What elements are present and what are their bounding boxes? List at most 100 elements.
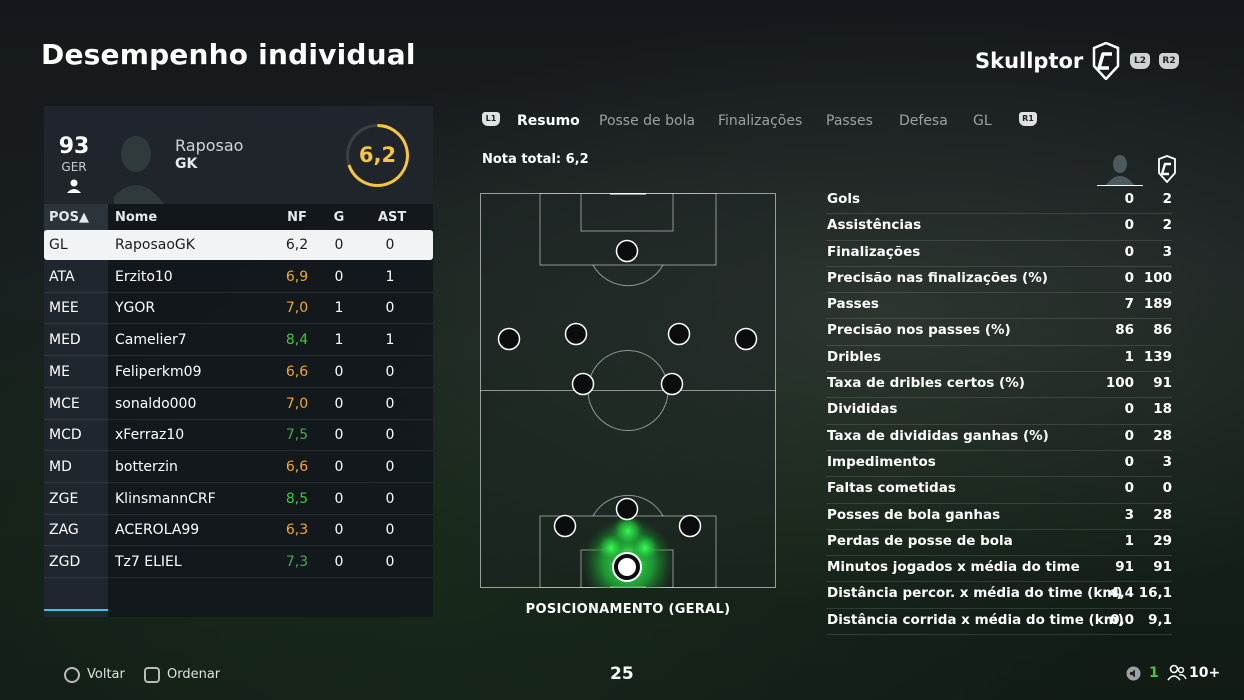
stat-row: Posses de bola ganhas 3 28 [826, 504, 1172, 530]
stat-player-value: 86 [1115, 322, 1134, 339]
row-assists: 0 [385, 363, 395, 380]
row-assists: 0 [385, 458, 395, 475]
table-row[interactable]: ZGE KlinsmannCRF 8,5 0 0 [44, 484, 433, 515]
row-position: MCD [49, 427, 82, 444]
stat-team-value: 100 [1143, 269, 1172, 286]
row-goals: 0 [334, 363, 344, 380]
stat-label: Dribles [827, 348, 881, 365]
row-rating: 8,4 [285, 332, 309, 349]
l2-button[interactable]: L2 [1130, 53, 1150, 69]
overall-rating: 93 [58, 134, 90, 159]
stat-team-value: 18 [1153, 401, 1172, 418]
player-list-panel: 93 GER Raposao GK 6,2 POS▲ Nome NF G AST… [44, 106, 433, 617]
stat-label: Perdas de posse de bola [827, 532, 1013, 549]
selected-player-dot-core [618, 558, 636, 576]
sort-pos-header[interactable]: POS▲ [44, 204, 108, 232]
stat-label: Distância corrida x média do time (km) [827, 611, 1124, 628]
tab-posse-de-bola[interactable]: Posse de bola [599, 113, 695, 129]
stat-row: Assistências 0 2 [826, 214, 1172, 241]
tab-defesa[interactable]: Defesa [899, 113, 948, 129]
stat-player-value: 1 [1124, 348, 1134, 365]
stat-label: Passes [827, 296, 879, 313]
tab-passes[interactable]: Passes [826, 113, 873, 129]
row-assists: 1 [385, 332, 395, 349]
stat-label: Gols [827, 191, 861, 207]
stat-team-value: 0 [1162, 480, 1172, 497]
row-position: MCE [49, 395, 80, 412]
row-goals: 0 [334, 554, 344, 570]
table-row[interactable]: ZAG ACEROLA99 6,3 0 0 [44, 515, 433, 547]
table-row[interactable]: ME Feliperkm09 6,6 0 0 [44, 357, 433, 388]
circle-button-icon[interactable] [64, 667, 80, 683]
sort-button[interactable]: Ordenar [167, 667, 220, 682]
stat-row: Passes 7 189 [826, 293, 1172, 320]
stat-team-value: 28 [1153, 427, 1172, 444]
stat-row: Impedimentos 0 3 [826, 451, 1172, 478]
stat-row: Divididas 0 18 [826, 398, 1172, 425]
row-assists: 0 [385, 237, 395, 253]
square-button-icon[interactable] [144, 667, 160, 683]
r2-button[interactable]: R2 [1159, 53, 1179, 69]
table-row[interactable]: MED Camelier7 8,4 1 1 [44, 325, 433, 357]
row-position: MD [49, 458, 72, 475]
stats-table: Gols 0 2 Assistências 0 2 Finalizações 0 3 Precis… [826, 188, 1172, 636]
overall-label: GER [61, 160, 87, 174]
stat-team-value: 91 [1153, 559, 1172, 576]
row-position: ATA [49, 268, 75, 285]
table-row[interactable]: MEE YGOR 7,0 1 0 [44, 293, 433, 325]
stat-row: Dribles 1 139 [826, 346, 1172, 373]
stat-player-value: 7 [1124, 296, 1134, 313]
ast-header[interactable]: AST [378, 210, 406, 225]
row-name: sonaldo000 [115, 395, 197, 412]
tab-gl[interactable]: GL [973, 113, 992, 129]
stat-player-value: 91 [1115, 559, 1134, 576]
player-avatar-small [1097, 155, 1143, 186]
table-row[interactable]: MCD xFerraz10 7,5 0 0 [44, 420, 433, 452]
row-name: RaposaoGK [115, 237, 195, 253]
stat-team-value: 28 [1153, 506, 1172, 523]
l1-button[interactable]: L1 [482, 112, 500, 126]
row-position: ME [49, 363, 70, 380]
row-goals: 0 [334, 268, 344, 285]
row-name: Camelier7 [115, 332, 187, 349]
table-row[interactable]: GL RaposaoGK 6,2 0 0 [44, 230, 433, 260]
tab-resumo[interactable]: Resumo [517, 113, 580, 129]
row-assists: 0 [385, 395, 395, 412]
stat-player-value: 0 [1124, 269, 1134, 286]
stat-player-value: 3 [1124, 506, 1134, 523]
row-assists: 1 [385, 268, 395, 285]
stat-row: Precisão nos passes (%) 86 86 [826, 319, 1172, 346]
row-goals: 0 [334, 490, 344, 507]
row-position: ZGE [49, 490, 79, 507]
player-dot [678, 514, 702, 538]
row-name: Feliperkm09 [115, 363, 202, 380]
nf-header[interactable]: NF [277, 210, 317, 225]
name-header[interactable]: Nome [115, 210, 157, 225]
r1-button[interactable]: R1 [1019, 112, 1037, 126]
player-position: GK [175, 156, 198, 172]
stat-row: Distância percor. x média do time (km) 4,… [826, 582, 1172, 609]
table-row[interactable]: MD botterzin 6,6 0 0 [44, 452, 433, 483]
table-row[interactable]: ATA Erzito10 6,9 0 1 [44, 262, 433, 293]
row-name: Erzito10 [115, 268, 173, 285]
table-row[interactable]: MCE sonaldo000 7,0 0 0 [44, 389, 433, 420]
stat-label: Posses de bola ganhas [827, 506, 1001, 523]
stat-row: Distância corrida x média do time (km) 0,… [826, 609, 1172, 636]
row-assists: 0 [385, 554, 395, 570]
stat-player-value: 0 [1124, 191, 1134, 207]
stat-team-value: 9,1 [1148, 611, 1172, 628]
table-row[interactable]: ZGD Tz7 ELIEL 7,3 0 0 [44, 547, 433, 578]
tab-finalizacoes[interactable]: Finalizações [718, 113, 802, 129]
row-name: xFerraz10 [115, 427, 185, 444]
row-goals: 1 [334, 300, 344, 317]
stat-label: Precisão nos passes (%) [827, 322, 1011, 339]
row-goals: 0 [334, 522, 344, 539]
row-rating: 6,3 [285, 522, 309, 539]
player-avatar [114, 136, 164, 204]
back-button[interactable]: Voltar [87, 667, 125, 682]
row-goals: 0 [334, 427, 344, 444]
g-header[interactable]: G [327, 210, 351, 225]
stat-team-value: 16,1 [1138, 585, 1172, 602]
row-name: ACEROLA99 [115, 522, 200, 539]
stat-team-value: 189 [1143, 296, 1172, 313]
